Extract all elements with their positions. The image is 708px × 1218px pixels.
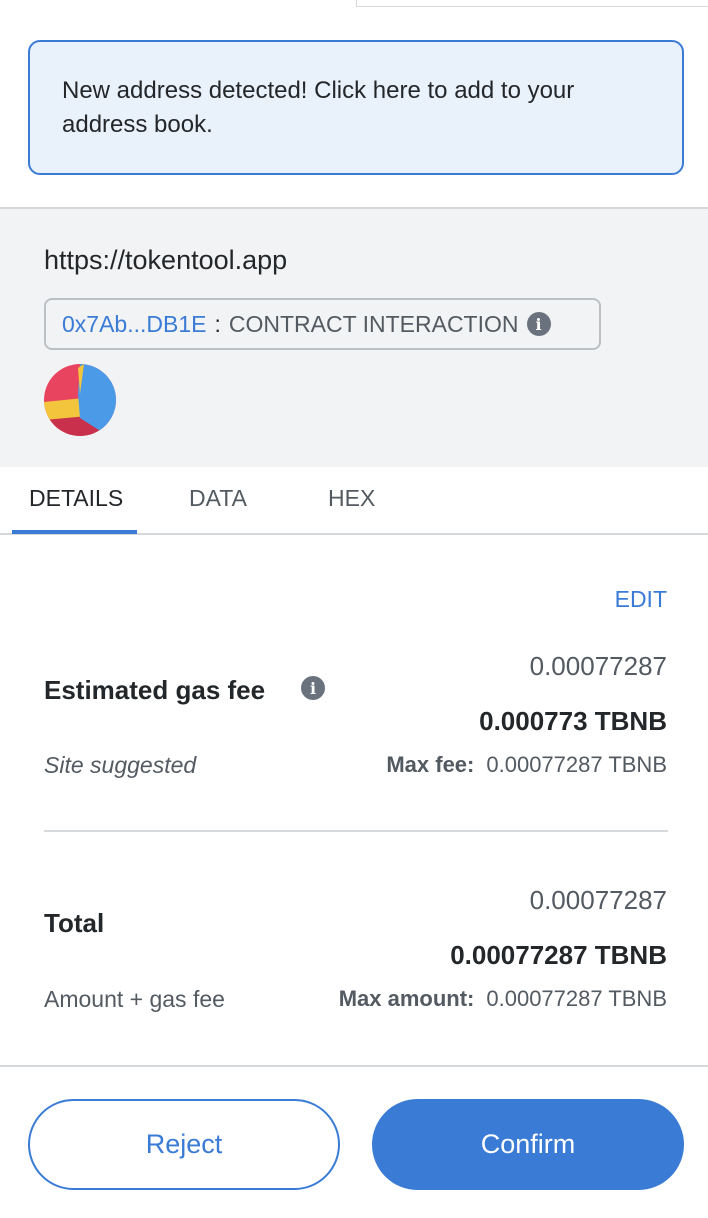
max-fee-label: Max fee:: [386, 752, 475, 777]
max-amount-label: Max amount:: [338, 986, 475, 1011]
max-amount-row: Max amount: 0.00077287 TBNB: [339, 986, 667, 1012]
max-fee-value: 0.00077287 TBNB: [486, 752, 667, 777]
tab-details[interactable]: DETAILS: [29, 485, 123, 512]
details-divider: [44, 830, 668, 832]
contract-interaction-pill: 0x7Ab...DB1E : CONTRACT INTERACTION i: [44, 298, 601, 350]
gas-fee-primary-value: 0.000773 TBNB: [479, 706, 667, 736]
origin-section: https://tokentool.app 0x7Ab...DB1E : CON…: [0, 207, 708, 467]
confirm-button[interactable]: Confirm: [372, 1099, 684, 1190]
origin-url: https://tokentool.app: [44, 245, 288, 275]
reject-button[interactable]: Reject: [28, 1099, 340, 1190]
max-amount-value: 0.00077287 TBNB: [486, 986, 667, 1011]
contract-address-link[interactable]: 0x7Ab...DB1E: [62, 311, 206, 338]
edit-gas-button[interactable]: EDIT: [615, 586, 667, 613]
amount-plus-gas-label: Amount + gas fee: [44, 986, 225, 1012]
total-label: Total: [44, 908, 105, 938]
estimated-gas-fee-label: Estimated gas fee: [44, 675, 266, 705]
contract-separator: :: [214, 310, 221, 337]
banner-text: New address detected! Click here to add …: [62, 77, 575, 138]
gas-info-icon[interactable]: i: [301, 676, 325, 700]
active-tab-indicator: [12, 530, 137, 534]
total-secondary-value: 0.00077287: [529, 885, 667, 915]
gas-fee-secondary-value: 0.00077287: [529, 651, 667, 681]
info-icon[interactable]: i: [526, 312, 551, 336]
confirm-transaction-page: New address detected! Click here to add …: [0, 0, 708, 1218]
new-address-banner[interactable]: New address detected! Click here to add …: [28, 40, 684, 175]
site-suggested-label: Site suggested: [44, 752, 197, 778]
header-border: [356, 6, 708, 7]
header-remnant: [0, 0, 708, 8]
tab-hex[interactable]: HEX: [328, 485, 375, 512]
tab-data[interactable]: DATA: [189, 485, 247, 512]
max-fee-row: Max fee: 0.00077287 TBNB: [386, 752, 667, 778]
footer-divider: [0, 1065, 708, 1067]
account-identicon: [44, 364, 116, 436]
tab-bar: DETAILS DATA HEX: [0, 467, 708, 535]
contract-interaction-label: CONTRACT INTERACTION: [228, 310, 519, 337]
total-primary-value: 0.00077287 TBNB: [450, 940, 667, 970]
